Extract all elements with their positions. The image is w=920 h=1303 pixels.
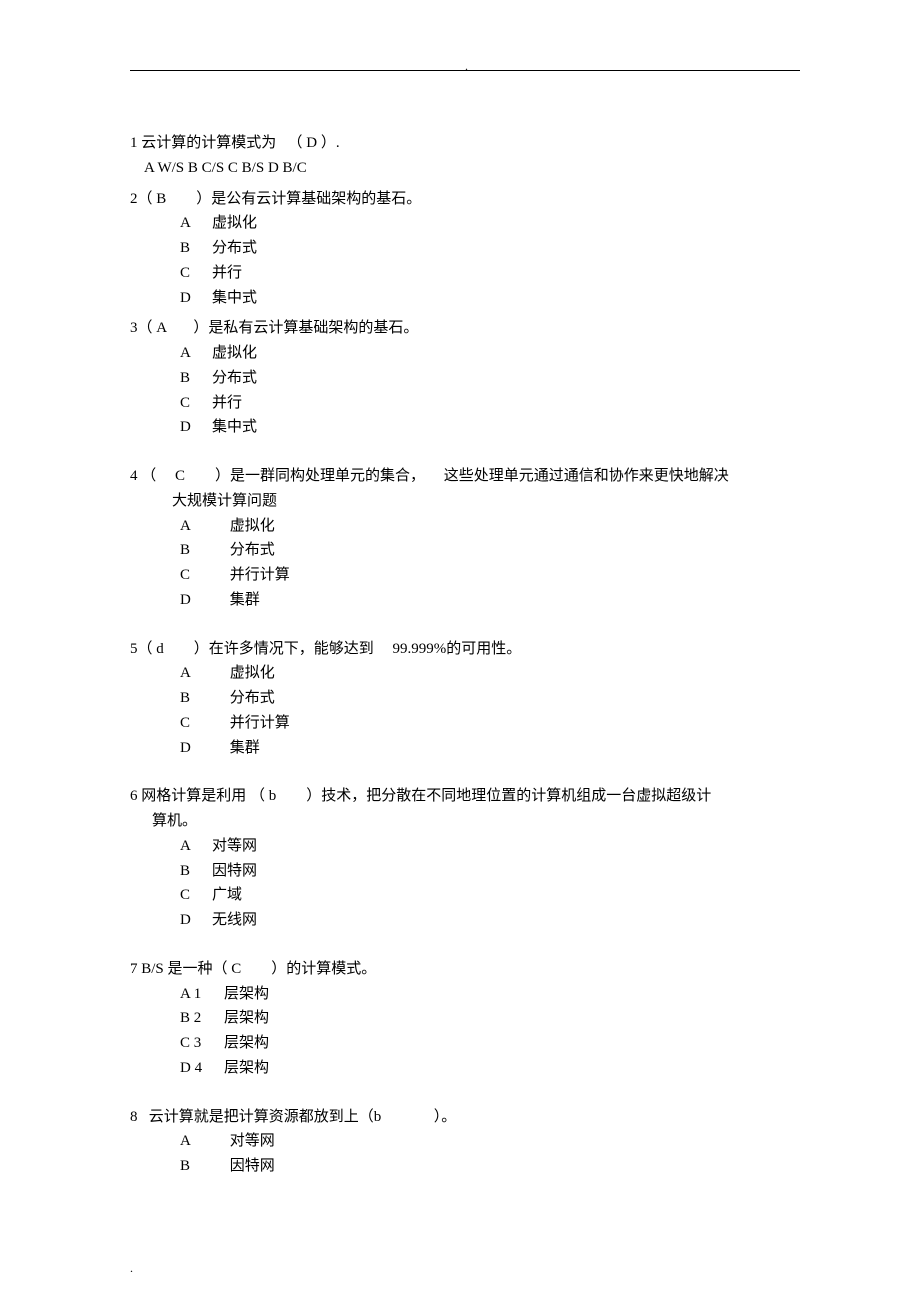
q4-continuation: 大规模计算问题 [130, 489, 800, 514]
question-3: 3（ A ）是私有云计算基础架构的基石。 A 虚拟化 B 分布式 C 并行 D 集中式 [130, 316, 800, 440]
opt-label: B [180, 859, 198, 884]
opt-label: B [180, 236, 198, 261]
q2-text-b: ）是公有云计算基础架构的基石。 [196, 191, 421, 207]
opt-label: A [180, 514, 198, 539]
q8-text-a: 8 [130, 1109, 138, 1125]
opt-label: D [180, 736, 198, 761]
q4-options: A 虚拟化 B 分布式 C 并行计算 D 集群 [130, 514, 800, 613]
opt-label: C [180, 883, 198, 908]
q4-text-b: C [175, 468, 185, 484]
opt-text: 并行计算 [230, 563, 290, 588]
header-rule: . [130, 70, 800, 71]
opt-text: 集中式 [212, 415, 257, 440]
q4-text-d: 这些处理单元通过通信和协作来更快地解决 [444, 468, 729, 484]
opt-label: D 4 [180, 1056, 210, 1081]
opt-text: 分布式 [230, 686, 275, 711]
q7-text-a: 7 B/S 是一种（ C [130, 961, 241, 977]
question-6: 6 网格计算是利用 （ b ）技术，把分散在不同地理位置的计算机组成一台虚拟超级… [130, 784, 800, 933]
opt-text: 层架构 [224, 1031, 269, 1056]
opt-text: 无线网 [212, 908, 257, 933]
opt-label: C [180, 711, 198, 736]
opt-label: D [180, 415, 198, 440]
opt-text: 集群 [230, 736, 260, 761]
opt-label: A 1 [180, 982, 210, 1007]
q5-options: A 虚拟化 B 分布式 C 并行计算 D 集群 [130, 661, 800, 760]
q6-text-a: 6 网格计算是利用 （ b [130, 788, 276, 804]
opt-text: 分布式 [212, 366, 257, 391]
opt-label: A [180, 341, 198, 366]
q3-text-b: ）是私有云计算基础架构的基石。 [193, 320, 418, 336]
opt-text: 虚拟化 [212, 341, 257, 366]
opt-label: B [180, 538, 198, 563]
q2-options: A 虚拟化 B 分布式 C 并行 D 集中式 [130, 211, 800, 310]
opt-text: 集中式 [212, 286, 257, 311]
opt-text: 虚拟化 [230, 661, 275, 686]
q1-text-a: 1 云计算的计算模式为 [130, 135, 276, 151]
opt-label: C [180, 391, 198, 416]
opt-text: 层架构 [224, 1006, 269, 1031]
opt-label: D [180, 908, 198, 933]
opt-text: 因特网 [230, 1154, 275, 1179]
q6-continuation: 算机。 [130, 809, 800, 834]
q5-text-a: 5（ d [130, 641, 164, 657]
footer-dot: . [130, 1259, 133, 1279]
opt-label: B [180, 686, 198, 711]
opt-label: C [180, 563, 198, 588]
opt-text: 集群 [230, 588, 260, 613]
q8-options: A 对等网 B 因特网 [130, 1129, 800, 1179]
opt-text: 并行计算 [230, 711, 290, 736]
q4-text-a: 4 （ [130, 468, 156, 484]
opt-text: 层架构 [224, 1056, 269, 1081]
opt-text: 因特网 [212, 859, 257, 884]
opt-label: D [180, 286, 198, 311]
q5-text-b: ）在许多情况下，能够达到 [194, 641, 374, 657]
opt-text: 分布式 [230, 538, 275, 563]
q1-text-b: （ D ）. [288, 135, 340, 151]
opt-text: 层架构 [224, 982, 269, 1007]
opt-label: B [180, 366, 198, 391]
q1-options: A W/S B C/S C B/S D B/C [130, 156, 800, 181]
q7-options: A 1 层架构 B 2 层架构 C 3 层架构 D 4 层架构 [130, 982, 800, 1081]
opt-text: 虚拟化 [212, 211, 257, 236]
header-dot: . [465, 57, 468, 77]
opt-text: 并行 [212, 391, 242, 416]
q6-text-b: ）技术，把分散在不同地理位置的计算机组成一台虚拟超级计 [306, 788, 711, 804]
q4-text-c: ）是一群同构处理单元的集合， [215, 468, 425, 484]
opt-label: C 3 [180, 1031, 210, 1056]
q5-text-c: 99.999%的可用性。 [393, 641, 522, 657]
question-2: 2（ B ）是公有云计算基础架构的基石。 A 虚拟化 B 分布式 C 并行 D 集中式 [130, 187, 800, 311]
opt-label: A [180, 661, 198, 686]
opt-text: 并行 [212, 261, 242, 286]
q3-text-a: 3（ A [130, 320, 167, 336]
q8-text-b: 云计算就是把计算资源都放到上（b [149, 1109, 382, 1125]
document-page: . 1 云计算的计算模式为 （ D ）. A W/S B C/S C B/S D… [0, 0, 920, 1303]
opt-text: 虚拟化 [230, 514, 275, 539]
opt-label: B [180, 1154, 198, 1179]
q6-options: A 对等网 B 因特网 C 广域 D 无线网 [130, 834, 800, 933]
q3-options: A 虚拟化 B 分布式 C 并行 D 集中式 [130, 341, 800, 440]
question-5: 5（ d ）在许多情况下，能够达到 99.999%的可用性。 A 虚拟化 B 分… [130, 637, 800, 761]
q8-text-c: ）。 [434, 1109, 457, 1125]
question-1: 1 云计算的计算模式为 （ D ）. A W/S B C/S C B/S D B… [130, 131, 800, 181]
opt-label: A [180, 211, 198, 236]
question-8: 8 云计算就是把计算资源都放到上（b ）。 A 对等网 B 因特网 [130, 1105, 800, 1179]
opt-text: 广域 [212, 883, 242, 908]
opt-label: A [180, 834, 198, 859]
q7-text-b: ）的计算模式。 [271, 961, 376, 977]
opt-text: 分布式 [212, 236, 257, 261]
q2-text-a: 2（ B [130, 191, 166, 207]
opt-text: 对等网 [230, 1129, 275, 1154]
opt-label: A [180, 1129, 198, 1154]
opt-label: B 2 [180, 1006, 210, 1031]
opt-label: C [180, 261, 198, 286]
question-4: 4 （ C ）是一群同构处理单元的集合， 这些处理单元通过通信和协作来更快地解决… [130, 464, 800, 613]
opt-text: 对等网 [212, 834, 257, 859]
question-7: 7 B/S 是一种（ C ）的计算模式。 A 1 层架构 B 2 层架构 C 3 层架… [130, 957, 800, 1081]
opt-label: D [180, 588, 198, 613]
